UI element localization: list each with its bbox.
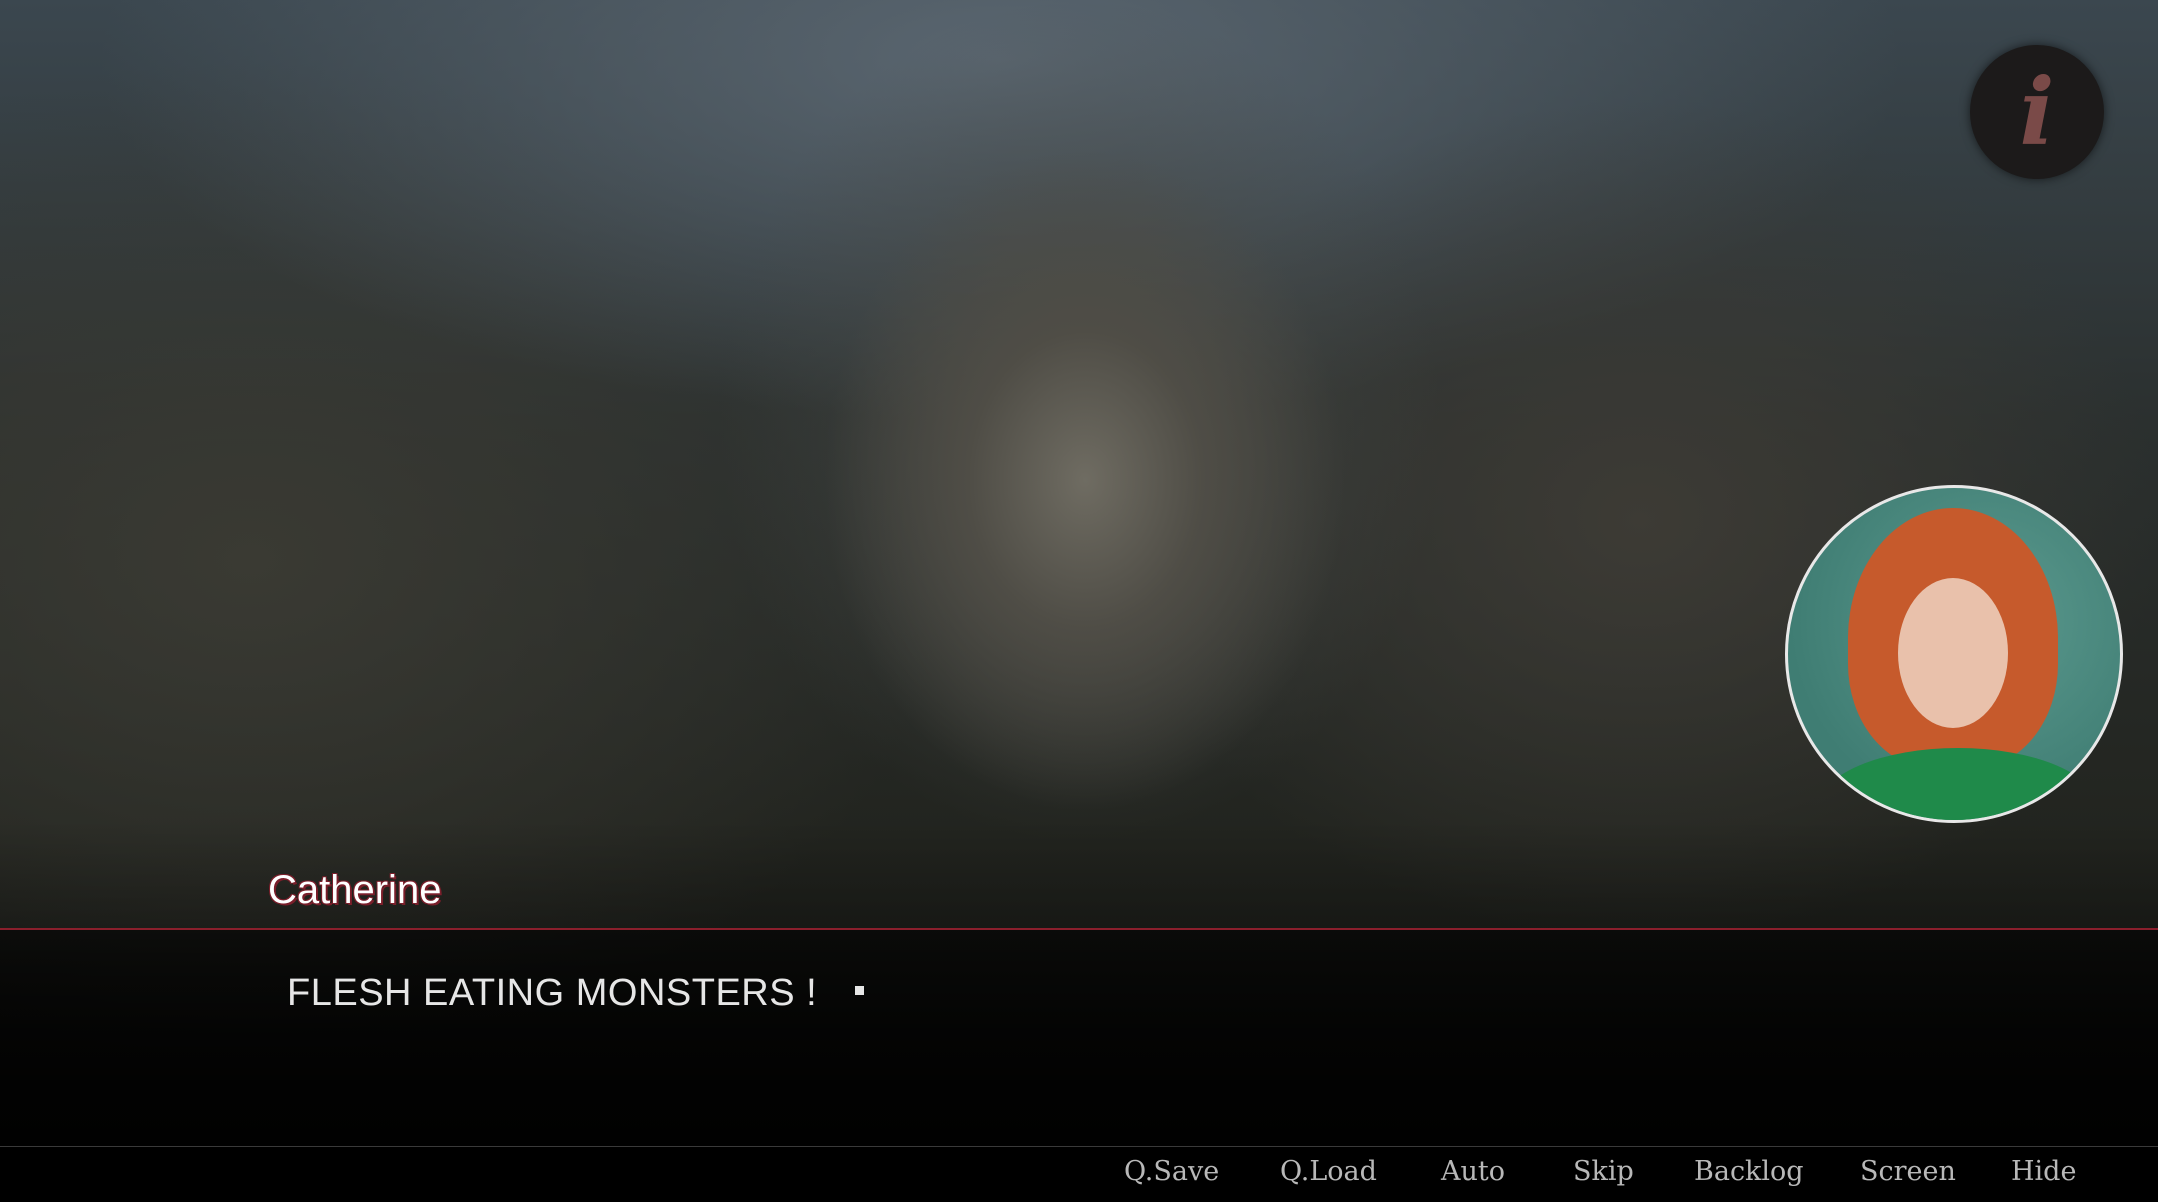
portrait-face — [1898, 578, 2008, 728]
hide-button[interactable]: Hide — [2011, 1156, 2076, 1187]
quick-menu-bar — [0, 1146, 2158, 1202]
dialogue-text: FLESH EATING MONSTERS ! — [287, 972, 818, 1014]
speaker-name: Catherine — [268, 868, 442, 912]
dialogue-box[interactable] — [0, 928, 2158, 1148]
text-advance-indicator — [855, 986, 864, 995]
info-icon: i — [2019, 58, 2055, 166]
backlog-button[interactable]: Backlog — [1694, 1156, 1804, 1187]
info-button[interactable]: i — [1970, 45, 2104, 179]
character-portrait — [1785, 485, 2123, 823]
auto-button[interactable]: Auto — [1441, 1156, 1505, 1187]
qload-button[interactable]: Q.Load — [1280, 1156, 1377, 1187]
portrait-shirt — [1818, 748, 2098, 820]
screen-button[interactable]: Screen — [1860, 1156, 1956, 1187]
qsave-button[interactable]: Q.Save — [1124, 1156, 1219, 1187]
skip-button[interactable]: Skip — [1573, 1156, 1634, 1187]
